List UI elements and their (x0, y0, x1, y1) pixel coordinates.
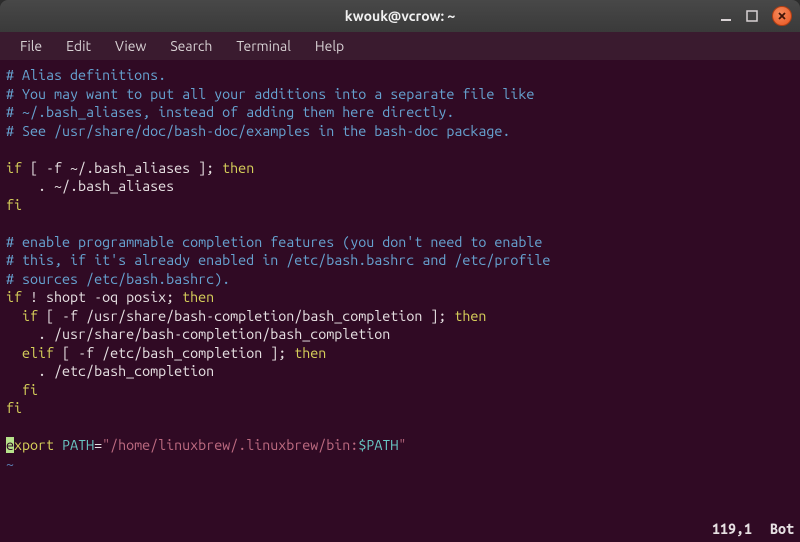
editor-line: fi (6, 197, 22, 213)
terminal-area[interactable]: # Alias definitions. # You may want to p… (0, 60, 800, 542)
menu-search[interactable]: Search (160, 34, 222, 58)
editor-line: if (6, 289, 22, 305)
menu-view[interactable]: View (105, 34, 156, 58)
editor-empty-line: ~ (6, 456, 14, 472)
editor-line: # You may want to put all your additions… (6, 86, 534, 102)
status-position: 119,1 (712, 520, 752, 539)
menu-file[interactable]: File (10, 34, 52, 58)
minimize-icon[interactable] (720, 10, 732, 22)
editor-line: fi (6, 382, 38, 398)
editor-line: # enable programmable completion feature… (6, 234, 542, 250)
editor-line: # ~/.bash_aliases, instead of adding the… (6, 104, 454, 120)
editor-line: . /etc/bash_completion (6, 363, 214, 379)
cursor: e (6, 437, 14, 453)
titlebar: kwouk@vcrow: ~ (0, 0, 800, 32)
editor-line: fi (6, 400, 22, 416)
editor-line: if (6, 160, 22, 176)
window-controls (720, 6, 792, 26)
menu-edit[interactable]: Edit (56, 34, 101, 58)
editor-line: . ~/.bash_aliases (6, 178, 174, 194)
menu-help[interactable]: Help (305, 34, 354, 58)
editor-line: # See /usr/share/doc/bash-doc/examples i… (6, 123, 510, 139)
editor-line: if (6, 308, 38, 324)
editor-line: # this, if it's already enabled in /etc/… (6, 252, 550, 268)
status-scroll: Bot (770, 520, 794, 539)
editor-line: # sources /etc/bash.bashrc). (6, 271, 230, 287)
editor-line: # Alias definitions. (6, 67, 166, 83)
editor-line (6, 141, 14, 157)
maximize-icon[interactable] (746, 10, 758, 22)
window-title: kwouk@vcrow: ~ (345, 8, 456, 24)
close-icon[interactable] (772, 6, 792, 26)
menu-terminal[interactable]: Terminal (226, 34, 301, 58)
editor-line (6, 215, 14, 231)
menu-bar: File Edit View Search Terminal Help (0, 32, 800, 60)
editor-line: elif (6, 345, 54, 361)
editor-line (6, 419, 14, 435)
editor-line: . /usr/share/bash-completion/bash_comple… (6, 326, 390, 342)
